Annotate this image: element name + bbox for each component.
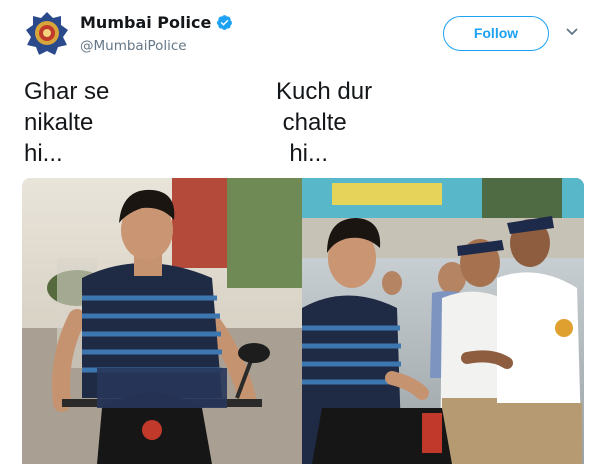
display-name[interactable]: Mumbai Police xyxy=(80,13,211,32)
caption-line: chalte xyxy=(276,109,347,136)
caption-line: Kuch dur xyxy=(276,78,373,105)
chevron-down-icon[interactable] xyxy=(565,27,579,37)
police-emblem-icon xyxy=(26,12,68,55)
name-row: Mumbai Police xyxy=(80,13,233,32)
caption-line: hi... xyxy=(24,140,63,167)
photo-man-with-traffic-police[interactable] xyxy=(302,178,584,464)
caption-left: Ghar se nikalte hi... xyxy=(24,76,109,169)
photo-man-on-scooter[interactable] xyxy=(22,178,302,464)
tweet-header: Mumbai Police @MumbaiPolice Follow xyxy=(0,0,600,70)
user-handle[interactable]: @MumbaiPolice xyxy=(80,38,187,54)
caption-line: nikalte xyxy=(24,109,94,136)
verified-badge-icon xyxy=(216,14,233,31)
tweet-media[interactable] xyxy=(22,178,584,464)
caption-right: Kuch dur chalte hi... xyxy=(276,76,372,169)
caption-line: hi... xyxy=(276,140,329,167)
caption-line: Ghar se xyxy=(24,78,110,105)
avatar[interactable] xyxy=(24,10,70,56)
follow-button[interactable]: Follow xyxy=(443,16,549,51)
